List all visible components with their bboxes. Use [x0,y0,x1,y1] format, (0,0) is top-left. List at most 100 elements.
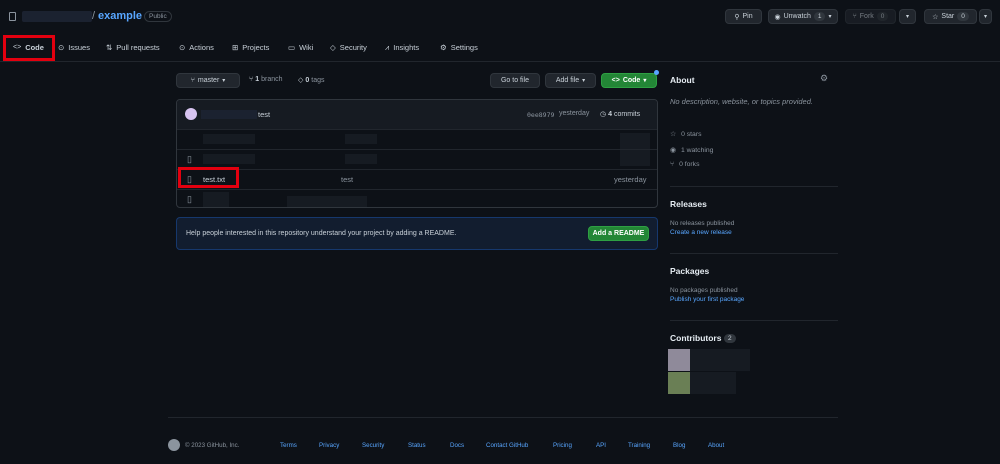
footer-link-api[interactable]: API [596,442,606,449]
tag-word: tags [311,76,325,84]
fork-icon: ⑂ [670,161,675,168]
watching-link[interactable]: ◉ 1 watching [670,146,714,155]
footer-link-training[interactable]: Training [628,442,650,449]
tab-projects-label: Projects [242,43,270,52]
avatar[interactable] [668,349,690,371]
unwatch-label: Unwatch [783,13,811,20]
avatar-redacted [690,372,736,394]
file-table: test 0ee8979 yesterday ◷ 4 commits ▯ ▯ t… [176,99,658,208]
contributors-count: 2 [724,334,736,343]
list-item[interactable] [177,129,657,151]
code-dropdown-button[interactable]: <> Code ▾ [601,73,657,88]
tab-projects[interactable]: ⊞ Projects [232,41,269,54]
repo-slash: / [92,10,96,22]
releases-none: No releases published [670,220,735,227]
publish-package-link[interactable]: Publish your first package [670,296,744,303]
tab-pulls-label: Pull requests [116,43,160,52]
list-item[interactable]: ▯ [177,189,657,207]
commit-count-word: commits [614,110,641,118]
add-file-label: Add file [555,77,580,84]
repo-name[interactable]: example [98,10,142,22]
contributors-heading[interactable]: Contributors [670,333,721,343]
pin-label: Pin [742,13,753,20]
file-icon: ▯ [187,154,192,164]
tab-actions[interactable]: ⊙ Actions [179,41,214,54]
footer-link-about[interactable]: About [708,442,724,449]
packages-heading[interactable]: Packages [670,266,709,276]
releases-heading[interactable]: Releases [670,199,707,209]
fork-dropdown-button[interactable]: ▾ [899,9,916,24]
footer-link-security[interactable]: Security [362,442,384,449]
footer-copyright: © 2023 GitHub, Inc. [185,442,240,449]
footer-link-pricing[interactable]: Pricing [553,442,572,449]
visibility-badge: Public [144,11,172,22]
avatar-redacted [690,349,750,371]
pull-request-icon: ⇅ [106,43,113,52]
fork-button[interactable]: ⑂ Fork 0 [845,9,896,24]
book-icon: ▭ [288,43,296,52]
star-dropdown-button[interactable]: ▾ [979,9,992,24]
packages-none: No packages published [670,287,738,294]
footer-link-docs[interactable]: Docs [450,442,464,449]
eye-icon: ◉ [670,147,676,154]
branches-link[interactable]: ⑂ 1 branch [249,76,283,83]
table-row[interactable]: ▯ test.txt test yesterday [177,169,657,189]
unwatch-button[interactable]: ◉ Unwatch 1 ▾ [768,9,838,24]
branch-select[interactable]: ⑂ master ▾ [176,73,240,88]
about-description: No description, website, or topics provi… [670,97,813,106]
tag-count: 0 [305,76,310,84]
avatar[interactable] [185,108,197,120]
commit-time: yesterday [559,110,590,117]
commits-link[interactable]: ◷ 4 commits [600,110,641,119]
github-logo-icon[interactable] [168,439,180,451]
tab-insights-label: Insights [393,43,420,52]
add-readme-button[interactable]: Add a README [588,226,649,241]
branch-icon: ⑂ [249,76,254,83]
tab-security[interactable]: ◇ Security [330,41,367,54]
sidebar-divider [670,253,838,254]
code-button-label: Code [622,77,641,84]
repo-icon [9,12,16,21]
code-tab-highlight [3,35,55,61]
watching-label: 1 watching [680,146,714,154]
footer-link-blog[interactable]: Blog [673,442,685,449]
tags-link[interactable]: ◇ 0 tags [298,76,325,85]
stars-link[interactable]: ☆ 0 stars [670,130,702,139]
graph-icon: ⩘ [385,42,390,52]
commit-message[interactable]: test [258,110,270,119]
owner-name-redacted[interactable] [22,11,92,22]
gear-icon[interactable]: ⚙ [820,73,828,84]
code-icon: <> [611,77,620,84]
nav-divider [0,61,1000,62]
pin-button[interactable]: ⚲ Pin [725,9,762,24]
branch-word: branch [261,76,283,83]
forks-link[interactable]: ⑂ 0 forks [670,161,699,168]
tab-issues[interactable]: ⊙ Issues [58,41,90,54]
tab-security-label: Security [339,43,367,52]
star-button[interactable]: ☆ Star 0 [924,9,977,24]
forks-label: 0 forks [679,161,700,168]
commit-hash[interactable]: 0ee8979 [527,111,554,119]
footer-link-contact[interactable]: Contact GitHub [486,442,528,449]
footer-link-privacy[interactable]: Privacy [319,442,339,449]
tab-insights[interactable]: ⩘ Insights [385,41,419,54]
branch-icon: ⑂ [190,77,195,84]
unwatch-count: 1 [813,12,826,21]
tab-wiki[interactable]: ▭ Wiki [288,41,313,54]
file-highlight [178,167,239,188]
create-release-link[interactable]: Create a new release [670,229,732,236]
file-commit-message[interactable]: test [341,175,353,184]
add-file-button[interactable]: Add file ▾ [545,73,596,88]
list-item[interactable]: ▯ [177,149,657,169]
tab-settings[interactable]: ⚙ Settings [440,41,478,54]
go-to-file-button[interactable]: Go to file [490,73,540,88]
tab-pull-requests[interactable]: ⇅ Pull requests [106,41,160,54]
chevron-down-icon: ▾ [643,78,647,84]
chevron-down-icon: ▾ [828,14,832,20]
author-name-redacted[interactable] [201,110,257,119]
footer-link-status[interactable]: Status [408,442,426,449]
file-time: yesterday [614,175,647,184]
footer-link-terms[interactable]: Terms [280,442,297,449]
file-name-redacted [203,154,255,164]
avatar[interactable] [668,372,690,394]
